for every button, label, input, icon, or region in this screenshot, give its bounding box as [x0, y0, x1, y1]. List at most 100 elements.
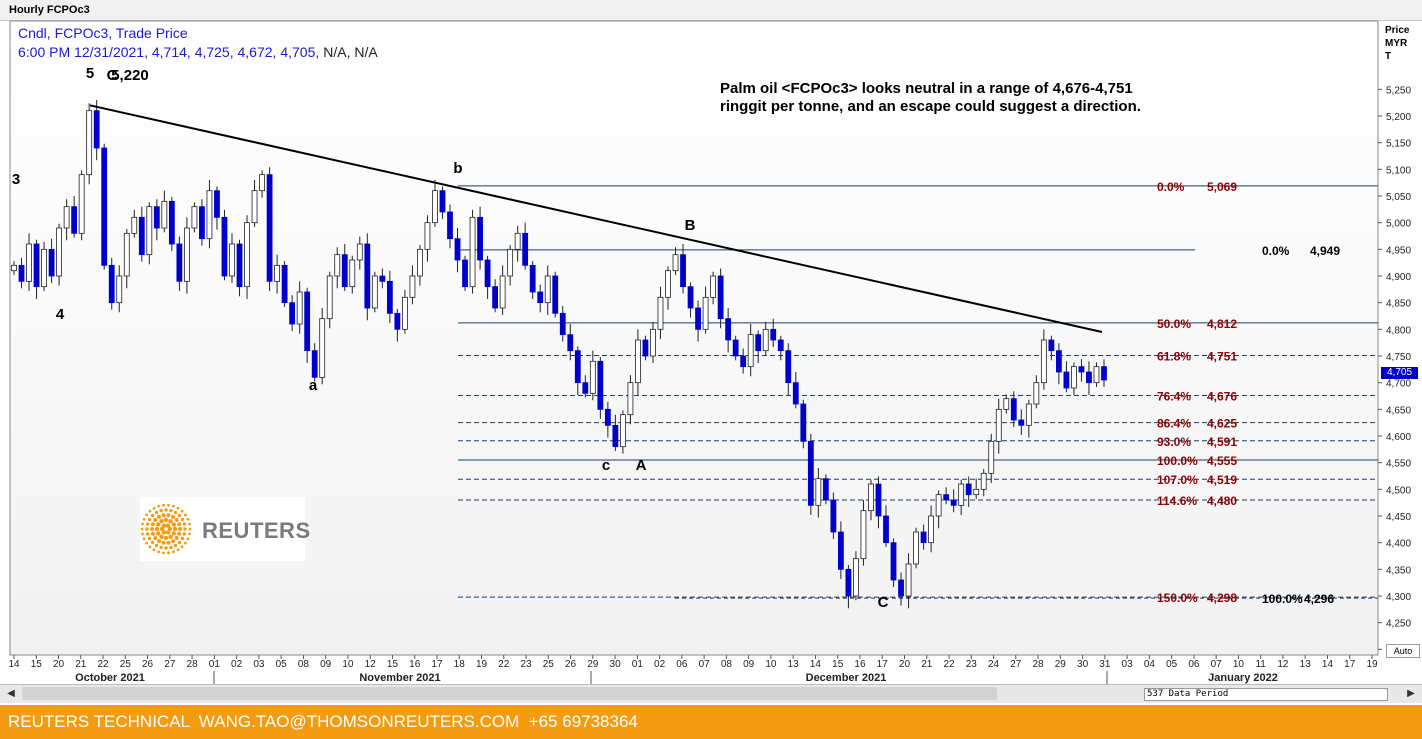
candle-up	[635, 339, 641, 384]
candle-up	[815, 478, 822, 506]
scroll-right-button[interactable]: ▶	[1404, 687, 1418, 701]
y-tick-label: 4,350	[1386, 565, 1411, 576]
scroll-left-button[interactable]: ◀	[4, 687, 18, 701]
candle-up	[905, 563, 912, 597]
logo-dot	[167, 551, 170, 555]
logo-dot	[157, 539, 161, 544]
candle-up	[356, 243, 363, 261]
candle-up	[980, 472, 987, 490]
candle-up	[868, 483, 874, 512]
x-tick-label: 13	[788, 659, 800, 670]
logo-dot	[156, 522, 161, 527]
scroll-thumb[interactable]	[22, 687, 997, 700]
candle-up	[747, 334, 754, 368]
x-tick-label: 05	[276, 659, 288, 670]
y-tick-label: 4,950	[1386, 245, 1411, 256]
candle-down	[394, 312, 401, 330]
fib-value-label: 4,812	[1207, 317, 1237, 331]
x-tick-label: 10	[1233, 659, 1245, 670]
candle-up	[251, 190, 258, 224]
candle-up	[710, 275, 717, 298]
candle-down	[454, 238, 461, 261]
candle-up	[1071, 366, 1077, 389]
chart-canvas[interactable]: 0.0% 5,06950.0% 4,81261.8% 4,75176.4% 4,6768…	[0, 0, 1422, 684]
time-scrollbar[interactable]: ◀ 537 Data Period ▶	[0, 684, 1422, 703]
logo-dot	[186, 517, 190, 521]
x-tick-label: 14	[8, 659, 20, 670]
x-tick-label: 15	[832, 659, 844, 670]
candle-down	[890, 542, 897, 581]
logo-dot	[168, 534, 173, 539]
x-month-label: November 2021	[359, 672, 440, 684]
fib2-pct-label: 100.0%	[1262, 592, 1303, 606]
candle-down	[462, 259, 468, 288]
info-line-2: 6:00 PM 12/31/2021, 4,714, 4,725, 4,672,…	[18, 44, 378, 60]
logo-dot	[171, 522, 176, 527]
y-tick-label: 5,000	[1386, 219, 1411, 230]
candle-up	[627, 382, 634, 416]
logo-dot	[150, 513, 155, 518]
x-tick-label: 08	[298, 659, 310, 670]
x-tick-label: 01	[209, 659, 221, 670]
candle-up	[296, 291, 303, 325]
x-tick-label: 07	[699, 659, 711, 670]
x-tick-label: 13	[1300, 659, 1312, 670]
wave-label: c	[602, 457, 610, 474]
footer-bar: REUTERS TECHNICAL WANG.TAO@THOMSONREUTER…	[0, 705, 1422, 739]
candle-up	[371, 275, 378, 309]
x-tick-label: 30	[610, 659, 622, 670]
y-tick-label: 4,650	[1386, 405, 1411, 416]
x-tick-label: 21	[75, 659, 87, 670]
x-tick-label: 24	[988, 659, 1000, 670]
fib2-value-label: 4,296	[1304, 592, 1334, 606]
fib-pct-label: 86.4%	[1157, 417, 1191, 431]
x-tick-label: 02	[231, 659, 243, 670]
x-tick-label: 15	[31, 659, 43, 670]
x-tick-label: 03	[1122, 659, 1134, 670]
candle-up	[56, 227, 63, 277]
logo-dot	[165, 523, 171, 528]
candle-down	[1063, 371, 1070, 389]
candle-up	[409, 275, 416, 298]
candle-up	[326, 275, 333, 320]
fib-value-label: 4,751	[1207, 349, 1237, 363]
y-tick-label: 4,700	[1386, 379, 1411, 390]
logo-dot	[176, 506, 180, 510]
info-line-1: Cndl, FCPOc3, Trade Price	[18, 25, 188, 41]
logo-dot	[159, 508, 163, 513]
x-tick-label: 20	[899, 659, 911, 670]
x-tick-label: 04	[1144, 659, 1156, 670]
date-axis[interactable]: 14 15 20 21 22 25 26 27 28 01 02 03 05 08 09 10 12 15 16 17…	[8, 655, 1378, 684]
x-tick-label: 27	[164, 659, 176, 670]
logo-dot	[145, 513, 148, 517]
candle-down	[837, 531, 844, 570]
candle-down	[221, 216, 228, 277]
candle-up	[274, 264, 281, 282]
logo-dot	[163, 535, 169, 541]
y-tick-label: 5,250	[1386, 85, 1411, 96]
logo-dot	[188, 532, 191, 536]
candle-down	[48, 248, 55, 277]
fib-pct-label: 50.0%	[1157, 317, 1191, 331]
candle-up	[86, 110, 93, 176]
x-tick-label: 12	[365, 659, 377, 670]
candle-down	[883, 515, 889, 544]
candle-down	[1101, 366, 1107, 381]
candle-down	[1086, 371, 1092, 384]
logo-dot	[188, 527, 192, 531]
candle-down	[492, 286, 499, 309]
candle-up	[123, 232, 130, 277]
data-period-field[interactable]: 537 Data Period	[1144, 688, 1388, 701]
candle-up	[63, 206, 70, 229]
logo-dot	[154, 543, 159, 548]
candle-up	[1025, 403, 1032, 426]
x-tick-label: 11	[1255, 659, 1266, 670]
logo-dot	[172, 504, 175, 508]
logo-dot	[171, 514, 175, 519]
auto-scale-button[interactable]: Auto	[1386, 644, 1420, 658]
logo-dot	[180, 545, 184, 549]
logo-dot	[164, 546, 168, 550]
candle-down	[943, 494, 950, 501]
candle-up	[424, 222, 431, 250]
candle-down	[725, 318, 732, 341]
